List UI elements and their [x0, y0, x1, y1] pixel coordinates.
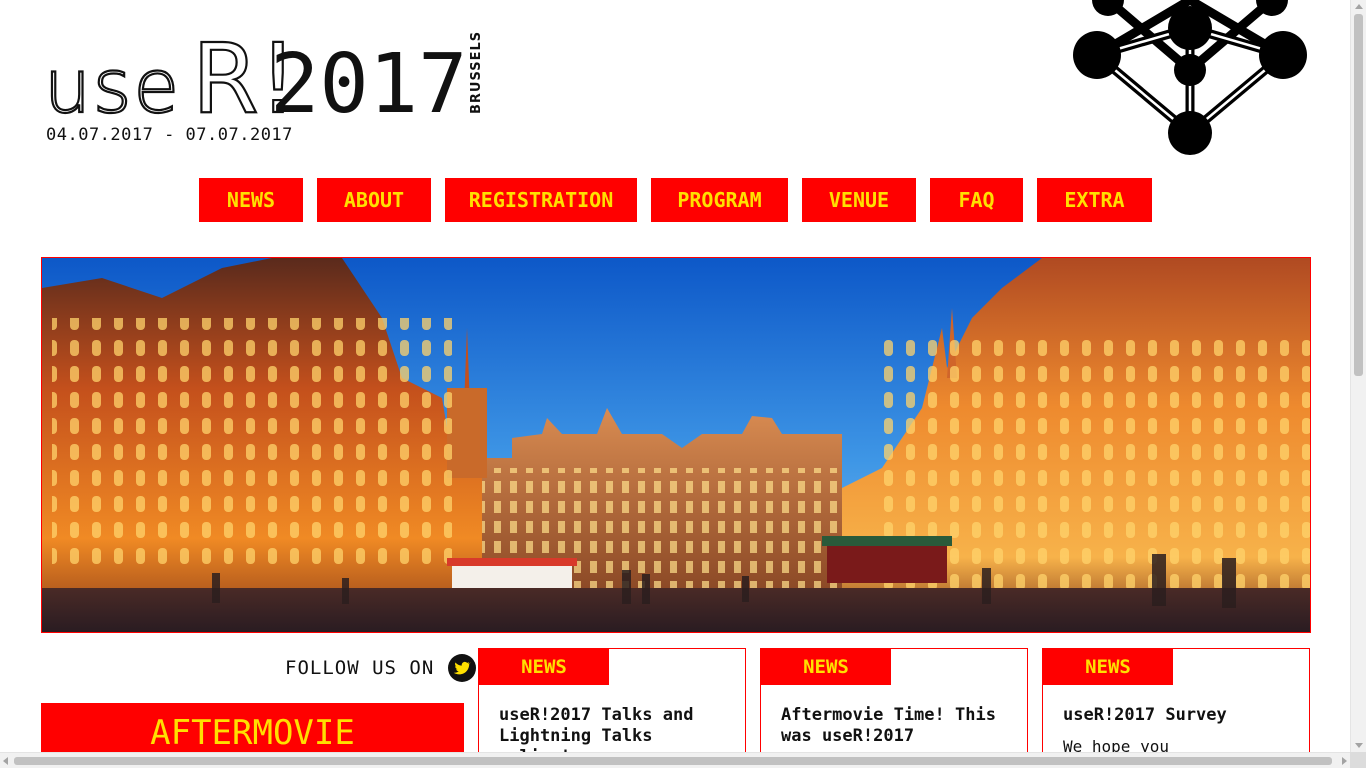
nav-faq[interactable]: FAQ: [930, 178, 1023, 222]
nav-registration[interactable]: REGISTRATION: [445, 178, 637, 222]
logo-use-text: use: [44, 44, 181, 130]
conference-dates: 04.07.2017 - 07.07.2017: [46, 125, 293, 145]
scroll-down-arrow-icon[interactable]: [1355, 743, 1363, 748]
news-card: NEWS useR!2017 Talks and Lightning Talks…: [478, 648, 746, 768]
news-title[interactable]: useR!2017 Survey: [1063, 705, 1293, 726]
scroll-left-arrow-icon[interactable]: [3, 757, 8, 765]
horizontal-scrollbar[interactable]: [0, 752, 1350, 768]
hero-image: [41, 257, 1311, 633]
nav-extra[interactable]: EXTRA: [1037, 178, 1152, 222]
news-tag: NEWS: [761, 649, 891, 685]
news-tag: NEWS: [1043, 649, 1173, 685]
logo-wordmark: use R! 2017 BRUSSELS: [43, 22, 484, 136]
nav-venue[interactable]: VENUE: [802, 178, 916, 222]
scrollbar-corner: [1350, 752, 1366, 768]
news-card: NEWS useR!2017 Survey We hope you: [1042, 648, 1310, 768]
scroll-up-arrow-icon[interactable]: [1355, 4, 1363, 9]
twitter-bird-icon[interactable]: [448, 654, 477, 682]
vertical-scroll-thumb[interactable]: [1354, 14, 1363, 376]
vertical-scrollbar[interactable]: [1350, 0, 1366, 768]
logo-city-text: BRUSSELS: [469, 31, 484, 114]
atomium-logo-icon: [1068, 0, 1314, 160]
follow-us: FOLLOW US ON: [285, 654, 477, 682]
news-card: NEWS Aftermovie Time! This was useR!2017: [760, 648, 1028, 768]
horizontal-scroll-thumb[interactable]: [14, 757, 1332, 765]
site-logo[interactable]: use R! 2017 BRUSSELS: [43, 22, 484, 136]
scroll-right-arrow-icon[interactable]: [1342, 757, 1347, 765]
nav-program[interactable]: PROGRAM: [651, 178, 788, 222]
news-title[interactable]: Aftermovie Time! This was useR!2017: [781, 705, 1011, 747]
logo-year-text: 2017: [270, 37, 467, 132]
main-nav: NEWS ABOUT REGISTRATION PROGRAM VENUE FA…: [0, 178, 1350, 222]
nav-news[interactable]: NEWS: [199, 178, 303, 222]
grand-place-photo: [42, 258, 1310, 632]
follow-label: FOLLOW US ON: [285, 657, 435, 679]
nav-about[interactable]: ABOUT: [317, 178, 431, 222]
news-tag: NEWS: [479, 649, 609, 685]
